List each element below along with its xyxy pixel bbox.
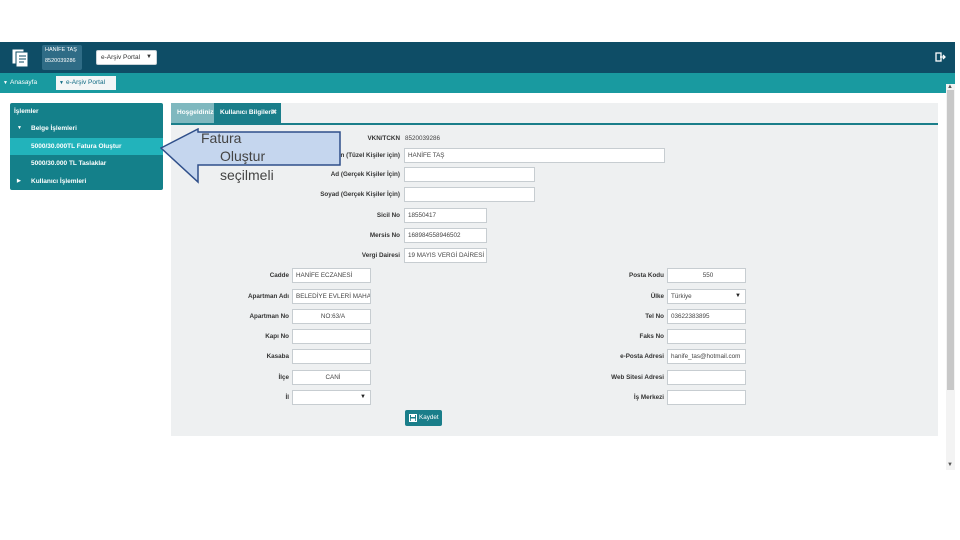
ilce-input[interactable]: CANİ [292, 370, 371, 385]
floppy-disk-icon [409, 414, 417, 422]
sidebar-title: İşlemler [14, 108, 39, 115]
sidebar-item-label: 5000/30.000 TL Taslaklar [31, 160, 107, 167]
sicil-input[interactable]: 18550417 [404, 208, 487, 223]
scroll-down-icon[interactable]: ▼ [947, 462, 953, 468]
nav-tab-home-label: Anasayfa [10, 79, 38, 86]
portal-select-value: e-Arşiv Portal [101, 54, 141, 61]
apartman-adi-label: Apartman Adı [247, 293, 289, 300]
vergi-dairesi-input[interactable]: 19 MAYIS VERGİ DAİRESİ M [404, 248, 487, 263]
caret-down-icon: ▼ [735, 293, 741, 299]
callout-text-line1: Fatura [201, 130, 242, 146]
tab-label: Hoşgeldiniz [177, 109, 214, 116]
caret-down-icon: ▼ [360, 394, 366, 400]
caret-down-icon: ▼ [3, 80, 8, 86]
sidebar-item-kullanici-islemleri[interactable]: ▶ Kullanıcı İşlemleri [10, 173, 163, 190]
portal-select[interactable]: e-Arşiv Portal ▼ [96, 50, 157, 65]
kasaba-input[interactable] [292, 349, 371, 364]
sidebar-item-belge-islemleri[interactable]: ▼ Belge İşlemleri [10, 120, 163, 137]
ulke-select[interactable]: Türkiye ▼ [667, 289, 746, 304]
caret-down-icon: ▼ [17, 125, 22, 131]
web-sitesi-input[interactable] [667, 370, 746, 385]
posta-kodu-label: Posta Kodu [629, 272, 664, 279]
apartman-no-label: Apartman No [249, 313, 289, 320]
tab-hosgeldiniz[interactable]: Hoşgeldiniz [171, 103, 214, 123]
callout-text-line2: Oluştur [220, 148, 266, 164]
il-select[interactable]: ▼ [292, 390, 371, 405]
soyad-input[interactable] [404, 187, 535, 202]
user-info-box: HANİFE TAŞ 8520039286 [42, 45, 82, 70]
vkn-value: 8520039286 [405, 135, 441, 142]
callout-text-line3: seçilmeli [220, 167, 274, 183]
faks-no-label: Faks No [639, 333, 665, 340]
eposta-input[interactable]: hanife_tas@hotmail.com [667, 349, 746, 364]
save-button-label: Kaydet [419, 414, 439, 421]
sicil-label: Sicil No [376, 212, 400, 219]
user-id: 8520039286 [45, 58, 76, 64]
save-button[interactable]: Kaydet [405, 410, 442, 426]
caret-right-icon: ▶ [17, 178, 21, 184]
vertical-scrollbar[interactable]: ▲ ▼ [946, 84, 955, 470]
sidebar: İşlemler ▼ Belge İşlemleri 5000/30.000TL… [10, 103, 163, 190]
is-merkezi-input[interactable] [667, 390, 746, 405]
cadde-input[interactable]: HANİFE ECZANESİ [292, 268, 371, 283]
nav-tab-home[interactable]: ▼ Anasayfa [0, 76, 56, 90]
apartman-adi-input[interactable]: BELEDİYE EVLERİ MAHAL [292, 289, 371, 304]
tel-no-label: Tel No [645, 313, 664, 320]
sidebar-item-label: Belge İşlemleri [31, 125, 77, 132]
kapi-no-label: Kapı No [265, 333, 289, 340]
posta-kodu-input[interactable]: 550 [667, 268, 746, 283]
il-label: İl [285, 394, 290, 401]
nav-tab-portal-label: e-Arşiv Portal [66, 79, 106, 86]
eposta-label: e-Posta Adresi [620, 353, 664, 360]
callout-arrow: Fatura Oluştur seçilmeli [159, 127, 350, 193]
kasaba-label: Kasaba [266, 353, 289, 360]
cadde-label: Cadde [269, 272, 289, 279]
sidebar-item-label: Kullanıcı İşlemleri [31, 178, 87, 185]
vergi-dairesi-label: Vergi Dairesi [361, 252, 400, 259]
nav-tab-portal[interactable]: ▼ e-Arşiv Portal [56, 76, 116, 90]
apartman-no-input[interactable]: NO:63/A [292, 309, 371, 324]
sidebar-item-fatura-olustur[interactable]: 5000/30.000TL Fatura Oluştur [10, 138, 163, 155]
mersis-label: Mersis No [369, 232, 400, 239]
ulke-select-value: Türkiye [671, 293, 692, 300]
ad-input[interactable] [404, 167, 535, 182]
faks-no-input[interactable] [667, 329, 746, 344]
document-stack-icon [11, 48, 29, 68]
sidebar-item-taslaklar[interactable]: 5000/30.000 TL Taslaklar [10, 155, 163, 172]
nav-bar: ▼ Anasayfa ▼ e-Arşiv Portal [0, 73, 955, 93]
web-sitesi-label: Web Sitesi Adresi [611, 374, 664, 381]
tab-kullanici-bilgileri[interactable]: Kullanıcı Bilgileri ✖ [214, 103, 281, 123]
caret-down-icon: ▼ [146, 54, 152, 60]
logout-icon[interactable] [935, 51, 947, 63]
tel-no-input[interactable]: 03622383895 [667, 309, 746, 324]
scrollbar-thumb[interactable] [947, 90, 954, 390]
user-name: HANİFE TAŞ [45, 47, 77, 53]
tab-underline [171, 123, 938, 125]
close-icon[interactable]: ✖ [272, 103, 277, 123]
caret-down-icon: ▼ [59, 80, 64, 86]
top-header: HANİFE TAŞ 8520039286 e-Arşiv Portal ▼ [0, 42, 955, 73]
tab-label: Kullanıcı Bilgileri [220, 109, 273, 116]
kapi-no-input[interactable] [292, 329, 371, 344]
sidebar-item-label: 5000/30.000TL Fatura Oluştur [31, 143, 122, 150]
mersis-input[interactable]: 168984558946502 [404, 228, 487, 243]
is-merkezi-label: İş Merkezi [633, 394, 664, 401]
ulke-label: Ülke [650, 293, 664, 300]
unvan-input[interactable]: HANİFE TAŞ [404, 148, 665, 163]
ilce-label: İlçe [278, 374, 289, 381]
